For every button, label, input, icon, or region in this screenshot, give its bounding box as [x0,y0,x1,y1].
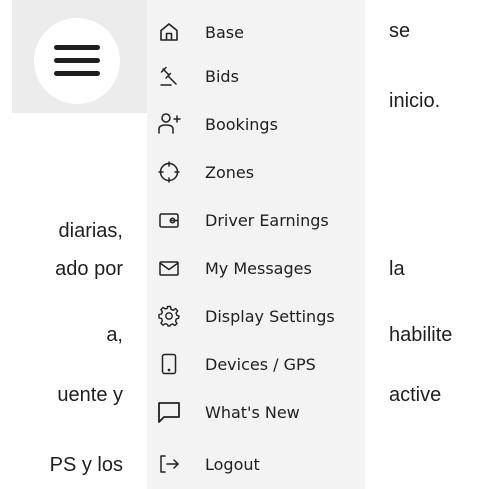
menu-item-my-messages[interactable]: My Messages [147,248,365,288]
menu-item-bids[interactable]: Bids [147,56,365,96]
body-text-fragment: active [389,384,442,406]
menu-item-display-settings[interactable]: Display Settings [147,296,365,336]
menu-item-bookings[interactable]: Bookings [147,104,365,144]
home-icon [157,20,181,44]
body-text-fragment: habilite [389,324,453,346]
navigation-menu: Base Bids Bookings Zones Driver Earnings… [147,0,365,489]
menu-item-label: Logout [205,454,260,474]
body-text-fragment: ado por [55,258,123,280]
menu-item-label: Bids [205,66,239,86]
body-text-fragment: se [389,20,411,42]
body-text-fragment: uente y [57,384,123,406]
logout-icon [157,452,181,476]
menu-item-zones[interactable]: Zones [147,152,365,192]
hamburger-menu-button[interactable] [34,18,120,104]
menu-item-driver-earnings[interactable]: Driver Earnings [147,200,365,240]
menu-item-base[interactable]: Base [147,12,365,52]
body-text-fragment: diarias, [58,220,123,242]
menu-item-label: What's New [205,402,300,422]
menu-item-devices-gps[interactable]: Devices / GPS [147,344,365,384]
add-person-icon [157,112,181,136]
hamburger-bar [54,58,100,63]
menu-item-whats-new[interactable]: What's New [147,392,365,432]
body-text-fragment: PS y los [49,454,123,476]
chat-bubble-icon [157,400,181,424]
body-text-fragment: inicio. [389,90,441,112]
gavel-icon [157,64,181,88]
hamburger-bar [54,71,100,76]
gear-icon [157,304,181,328]
menu-item-label: My Messages [205,258,312,278]
menu-item-label: Display Settings [205,306,335,326]
menu-item-label: Driver Earnings [205,210,329,230]
menu-item-label: Bookings [205,114,278,134]
hamburger-bar [54,45,100,50]
phone-icon [157,352,181,376]
body-text-fragment: a, [106,324,123,346]
body-text-fragment: la [389,258,405,280]
menu-item-logout[interactable]: Logout [147,444,365,484]
envelope-icon [157,256,181,280]
menu-item-label: Zones [205,162,255,182]
crosshair-icon [157,160,181,184]
menu-item-label: Base [205,22,244,42]
wallet-icon [157,208,181,232]
menu-item-label: Devices / GPS [205,354,316,374]
